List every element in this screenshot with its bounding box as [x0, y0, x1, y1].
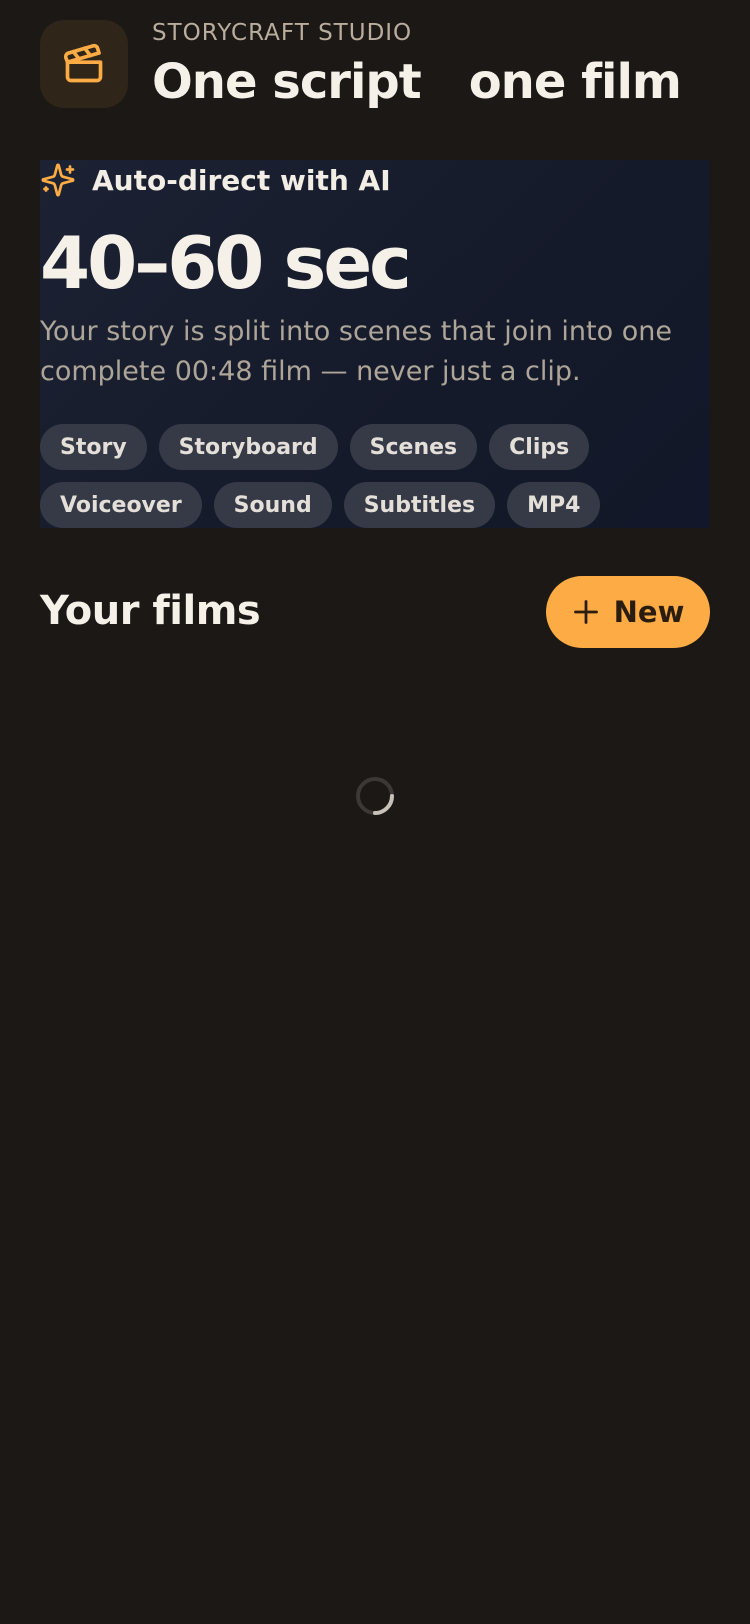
chip-voiceover: Voiceover — [40, 482, 202, 528]
brand-name: STORYCRAFT STUDIO — [152, 20, 413, 46]
chip-mp4: MP4 — [507, 482, 601, 528]
hero-card: Auto-direct with AI 40–60 sec Your story… — [40, 160, 710, 528]
sparkles-icon — [41, 163, 75, 197]
chip-story: Story — [40, 424, 147, 470]
films-section-title: Your films — [40, 588, 261, 634]
page-title-part1: One script — [152, 54, 422, 110]
app-logo — [40, 20, 128, 108]
chip-scenes: Scenes — [349, 424, 478, 470]
chip-subtitles: Subtitles — [343, 482, 496, 528]
app-header: STORYCRAFT STUDIO One script one film — [40, 18, 682, 112]
page-title-part2: one film — [468, 54, 682, 110]
new-film-label: New — [613, 595, 685, 629]
hero-description: Your story is split into scenes that joi… — [40, 316, 672, 387]
page-title: One script one film — [152, 52, 682, 112]
hero-label: Auto-direct with AI — [40, 162, 391, 198]
chip-clips: Clips — [489, 424, 590, 470]
hero-label-text: Auto-direct with AI — [92, 163, 391, 197]
plus-icon — [573, 600, 598, 624]
new-film-button[interactable]: New — [546, 576, 710, 648]
film-duration: 40–60 sec — [40, 221, 412, 305]
clapperboard-icon — [63, 43, 103, 83]
spinner-icon — [356, 777, 394, 815]
chip-sound: Sound — [213, 482, 332, 528]
feature-chips: Story Storyboard Scenes Clips Voiceover … — [40, 424, 710, 528]
header-text: STORYCRAFT STUDIO One script one film — [152, 18, 682, 112]
chip-storyboard: Storyboard — [158, 424, 338, 470]
